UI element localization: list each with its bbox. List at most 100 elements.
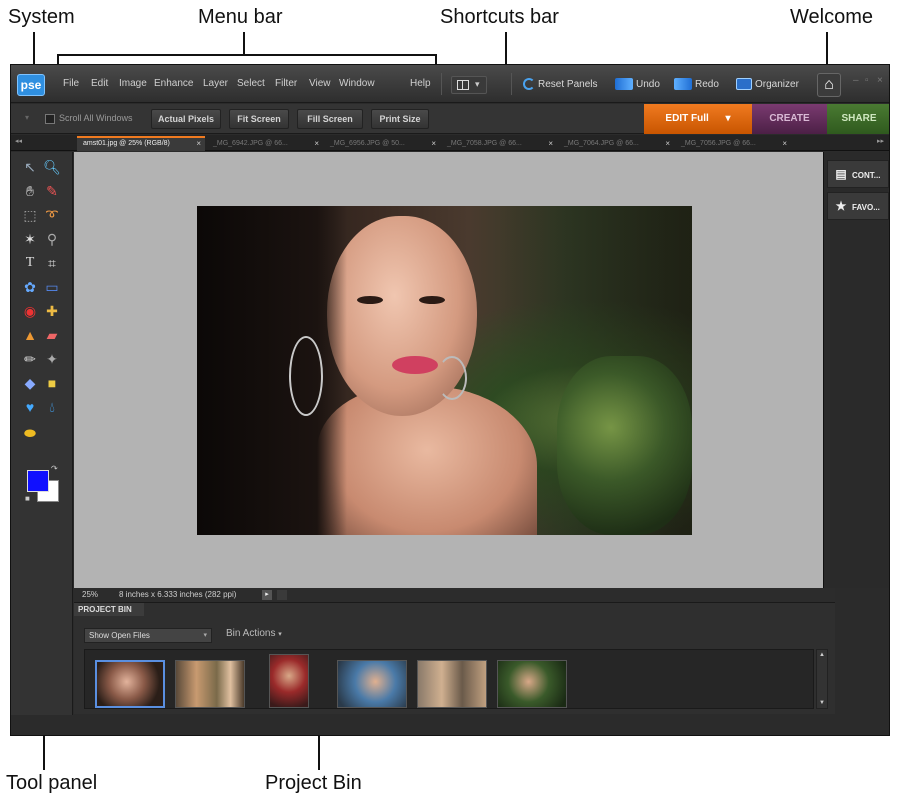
callout-shortcuts-bar: Shortcuts bar bbox=[440, 6, 559, 28]
magic-wand-tool-icon[interactable]: ✶ bbox=[21, 230, 39, 248]
hand-tool-icon[interactable]: ✋︎ bbox=[21, 182, 39, 200]
chevron-down-icon: ▾ bbox=[475, 79, 480, 89]
photo-foliage bbox=[557, 356, 692, 535]
photo-eye-right bbox=[419, 296, 445, 304]
brush-tool-icon[interactable]: ✏ bbox=[21, 350, 39, 368]
star-icon: ★ bbox=[835, 199, 847, 213]
menu-filter[interactable]: Filter bbox=[275, 78, 297, 89]
minimize-icon[interactable]: – bbox=[853, 75, 859, 86]
healing-brush-tool-icon[interactable]: ✚ bbox=[43, 302, 61, 320]
thumbnail[interactable] bbox=[417, 660, 487, 708]
undo-button[interactable]: Undo bbox=[615, 76, 660, 94]
menu-view[interactable]: View bbox=[309, 78, 331, 89]
maximize-icon[interactable]: ▫ bbox=[865, 75, 869, 86]
tab-create[interactable]: CREATE bbox=[752, 104, 827, 134]
red-eye-tool-icon[interactable]: ◉ bbox=[21, 302, 39, 320]
fill-screen-button[interactable]: Fill Screen bbox=[297, 109, 363, 129]
close-tab-icon[interactable]: × bbox=[314, 136, 319, 151]
favorites-panel-button[interactable]: ★ FAVO... bbox=[827, 192, 889, 220]
menu-enhance[interactable]: Enhance bbox=[154, 78, 193, 89]
window-bottom-edge bbox=[11, 715, 889, 735]
eyedropper-tool-icon[interactable]: ✎ bbox=[43, 182, 61, 200]
doc-tab[interactable]: _MG_7056.JPG @ 66... × bbox=[675, 136, 791, 151]
fit-screen-button[interactable]: Fit Screen bbox=[229, 109, 289, 129]
doc-tab[interactable]: _MG_7058.JPG @ 66... × bbox=[441, 136, 557, 151]
doc-tab[interactable]: _MG_6942.JPG @ 66... × bbox=[207, 136, 323, 151]
scroll-all-windows-label: Scroll All Windows bbox=[59, 113, 133, 123]
crop-tool-icon[interactable]: ⌗ bbox=[43, 254, 61, 272]
status-scroll-left-icon[interactable] bbox=[277, 590, 287, 600]
content-panel-button[interactable]: ▤ CONT... bbox=[827, 160, 889, 188]
sponge-tool-icon[interactable]: ⬬ bbox=[21, 424, 39, 442]
doc-tab-active[interactable]: amst01.jpg @ 25% (RGB/8) × bbox=[77, 136, 205, 151]
thumbnail[interactable] bbox=[497, 660, 567, 708]
straighten-tool-icon[interactable]: ▭ bbox=[43, 278, 61, 296]
organizer-button[interactable]: Organizer bbox=[736, 76, 799, 94]
bin-actions-menu[interactable]: Bin Actions ▾ bbox=[226, 628, 282, 639]
project-bin-scrollbar[interactable]: ▲ ▼ bbox=[816, 649, 828, 709]
shape-tool-icon[interactable]: ♥ bbox=[21, 398, 39, 416]
lasso-tool-icon[interactable]: ➰︎ bbox=[43, 206, 61, 224]
thumbnail[interactable] bbox=[175, 660, 245, 708]
eraser-tool-icon[interactable]: ▰ bbox=[43, 326, 61, 344]
close-tab-icon[interactable]: × bbox=[782, 136, 787, 151]
swap-colors-icon[interactable]: ↷ bbox=[51, 464, 58, 473]
welcome-home-button[interactable]: ⌂ bbox=[817, 73, 841, 97]
status-menu-arrow-icon[interactable]: ▸ bbox=[262, 590, 272, 600]
close-tab-icon[interactable]: × bbox=[431, 136, 436, 151]
collapse-right-icon[interactable]: ▸▸ bbox=[877, 137, 884, 145]
scroll-up-icon[interactable]: ▲ bbox=[819, 652, 825, 658]
actual-pixels-button[interactable]: Actual Pixels bbox=[151, 109, 221, 129]
thumbnail-selected[interactable] bbox=[95, 660, 165, 708]
quick-selection-tool-icon[interactable]: ⚲ bbox=[43, 230, 61, 248]
toolbar-separator bbox=[511, 73, 512, 95]
close-icon[interactable]: × bbox=[877, 75, 883, 86]
type-tool-icon[interactable]: T bbox=[21, 254, 39, 272]
panel-layout-button[interactable]: ▾ bbox=[451, 76, 487, 94]
menu-layer[interactable]: Layer bbox=[203, 78, 228, 89]
photo-lips bbox=[392, 356, 438, 374]
foreground-color-swatch[interactable] bbox=[27, 470, 49, 492]
marquee-tool-icon[interactable]: ⬚ bbox=[21, 206, 39, 224]
doc-tab[interactable]: _MG_6956.JPG @ 50... × bbox=[324, 136, 440, 151]
document-canvas[interactable] bbox=[74, 152, 823, 588]
paint-bucket-tool-icon[interactable]: ◆ bbox=[21, 374, 39, 392]
callout-project-bin: Project Bin bbox=[265, 772, 362, 794]
reset-panels-button[interactable]: Reset Panels bbox=[523, 76, 597, 94]
clone-stamp-tool-icon[interactable]: ▲ bbox=[21, 326, 39, 344]
blur-tool-icon[interactable]: 💧︎ bbox=[43, 398, 61, 416]
menu-select[interactable]: Select bbox=[237, 78, 265, 89]
show-files-select[interactable]: Show Open Files ▾ bbox=[84, 628, 212, 643]
menu-help[interactable]: Help bbox=[410, 78, 431, 89]
close-tab-icon[interactable]: × bbox=[196, 138, 201, 150]
print-size-button[interactable]: Print Size bbox=[371, 109, 429, 129]
menu-separator bbox=[441, 73, 442, 95]
menu-edit[interactable]: Edit bbox=[91, 78, 108, 89]
default-colors-icon[interactable]: ■ bbox=[25, 494, 30, 503]
zoom-level[interactable]: 25% bbox=[82, 588, 98, 602]
close-tab-icon[interactable]: × bbox=[548, 136, 553, 151]
gradient-tool-icon[interactable]: ■ bbox=[43, 374, 61, 392]
menu-image[interactable]: Image bbox=[119, 78, 147, 89]
menu-window[interactable]: Window bbox=[339, 78, 375, 89]
thumbnail[interactable] bbox=[337, 660, 407, 708]
cookie-cutter-tool-icon[interactable]: ✿ bbox=[21, 278, 39, 296]
home-icon: ⌂ bbox=[824, 76, 834, 93]
chevron-down-icon: ▾ bbox=[203, 632, 207, 639]
move-tool-icon[interactable]: ↖ bbox=[21, 158, 39, 176]
collapse-left-icon[interactable]: ◂◂ bbox=[15, 137, 22, 145]
doc-tab[interactable]: _MG_7064.JPG @ 66... × bbox=[558, 136, 674, 151]
scroll-down-icon[interactable]: ▼ bbox=[819, 700, 825, 706]
close-tab-icon[interactable]: × bbox=[665, 136, 670, 151]
menu-file[interactable]: File bbox=[63, 78, 79, 89]
zoom-tool-icon[interactable]: 🔍︎ bbox=[43, 158, 61, 176]
project-bin: PROJECT BIN Show Open Files ▾ Bin Action… bbox=[74, 602, 835, 714]
undo-label: Undo bbox=[636, 79, 660, 90]
thumbnail[interactable] bbox=[269, 654, 309, 708]
tab-edit-full[interactable]: EDIT Full ▾ bbox=[644, 104, 752, 134]
scroll-all-windows-checkbox[interactable] bbox=[45, 114, 55, 124]
redo-button[interactable]: Redo bbox=[674, 76, 719, 94]
system-menu-logo[interactable]: pse bbox=[17, 74, 45, 96]
smart-brush-tool-icon[interactable]: ✦ bbox=[43, 350, 61, 368]
tab-share[interactable]: SHARE bbox=[827, 104, 889, 134]
